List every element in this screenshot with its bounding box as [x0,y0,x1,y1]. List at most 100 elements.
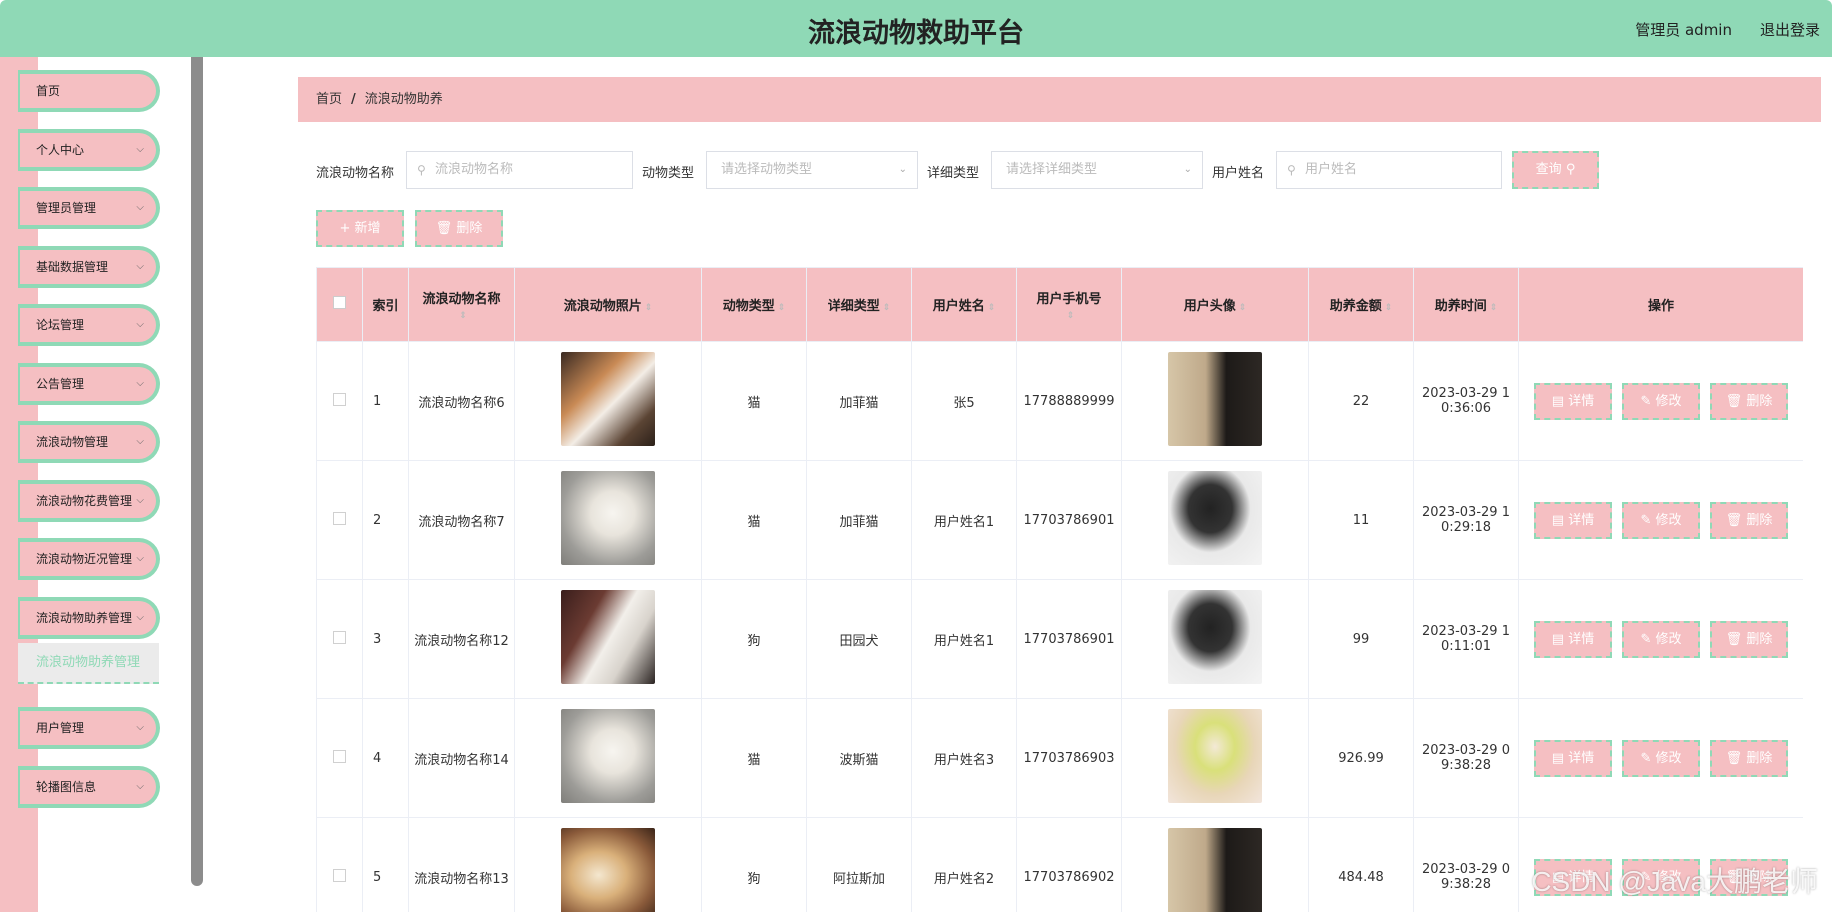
column-header[interactable]: 用户姓名 ⇕ [911,267,1017,342]
sidebar-menu: 首页个人中心 ⌵ 管理员管理 ⌵ 基础数据管理 ⌵ 论坛管理 ⌵ 公告管理 ⌵ 流浪动物管理 ⌵ 流浪动… [18,70,160,824]
avatar-cell [1121,817,1309,912]
index-cell: 5 [362,817,409,912]
sidebar-item[interactable]: 个人中心 ⌵ [18,128,160,171]
sort-icon[interactable]: ⇕ [883,303,891,313]
column-header: 操作 [1518,267,1803,342]
chevron-down-icon: ⌵ [136,377,144,389]
sidebar-item[interactable]: 基础数据管理 ⌵ [18,245,160,288]
sidebar-item[interactable]: 首页 [18,70,160,112]
column-header[interactable]: 详细类型 ⇕ [806,267,912,342]
column-header[interactable]: 流浪动物照片 ⇕ [514,267,702,342]
add-button[interactable]: + 新增 [316,210,404,247]
name-search-input[interactable]: ⚲ 流浪动物名称 [406,151,633,189]
sidebar-item[interactable]: 流浪动物花费管理 ⌵ [18,479,160,522]
sort-icon[interactable]: ⇕ [1239,303,1247,313]
column-header[interactable]: 用户手机号 ⇕ [1016,267,1122,342]
animal-type-select[interactable]: 请选择动物类型 ⌄ [706,151,918,189]
sort-icon[interactable]: ⇕ [459,311,467,321]
sidebar-item-label: 公告管理 [36,376,85,391]
detail-button[interactable]: ▤ 详情 [1534,739,1612,777]
amount-cell: 22 [1308,341,1414,461]
delete-button[interactable]: 🗑 删除 [1710,382,1788,420]
select-all-checkbox[interactable] [333,296,346,309]
sidebar-item[interactable]: 流浪动物助养管理 ⌵ [18,596,160,639]
sidebar-item[interactable]: 轮播图信息 ⌵ [18,765,160,808]
query-button[interactable]: 查询 ⚲ [1512,151,1599,189]
document-icon: ▤ [1551,393,1565,409]
sidebar-item[interactable]: 管理员管理 ⌵ [18,187,160,229]
chevron-down-icon: ⌵ [136,202,144,213]
sidebar-subitem-active[interactable]: 流浪动物助养管理 [18,643,159,684]
row-select-cell [316,817,363,912]
sort-icon[interactable]: ⇕ [1067,311,1075,321]
table-row: 3 流浪动物名称12 狗田园犬 用户姓名1 17703786901 99 2023-03-2… [316,579,1803,699]
column-header: 索引 [362,267,409,342]
search-icon: ⚲ [1565,162,1576,177]
sidebar-item-label: 流浪动物助养管理 [36,610,133,625]
animal-photo[interactable] [561,709,655,803]
sidebar-item[interactable]: 流浪动物近况管理 ⌵ [18,538,160,580]
logout-link[interactable]: 退出登录 [1760,19,1820,40]
edit-button[interactable]: ✎ 修改 [1622,620,1700,658]
animal-photo-cell [514,817,702,912]
user-avatar[interactable] [1168,471,1262,565]
avatar-cell [1121,579,1309,699]
sort-icon[interactable]: ⇕ [1385,303,1393,313]
row-select-cell [316,698,363,818]
animal-name-cell: 流浪动物名称14 [408,698,515,818]
animal-photo[interactable] [561,590,655,684]
trash-icon: 🗑 [1725,750,1743,766]
row-checkbox[interactable] [333,868,346,882]
detail-type-select[interactable]: 请选择详细类型 ⌄ [991,151,1203,189]
operations-cell: ▤ 详情 ✎ 修改 🗑 删除 [1518,341,1803,461]
sort-icon[interactable]: ⇕ [988,303,996,313]
row-checkbox[interactable] [333,630,346,644]
sort-icon[interactable]: ⇕ [778,303,786,313]
user-avatar[interactable] [1168,709,1262,803]
detail-button[interactable]: ▤ 详情 [1534,501,1612,539]
amount-cell: 484.48 [1308,817,1414,912]
row-checkbox[interactable] [333,392,346,406]
edit-button[interactable]: ✎ 修改 [1622,501,1700,539]
delete-button[interactable]: 🗑 删除 [1710,739,1788,777]
batch-delete-button[interactable]: 🗑 删除 [415,210,503,247]
user-avatar[interactable] [1168,828,1262,912]
column-header[interactable]: 流浪动物名称 ⇕ [408,267,515,342]
sidebar-scrollbar[interactable] [191,57,203,886]
column-header[interactable]: 动物类型 ⇕ [701,267,807,342]
delete-button[interactable]: 🗑 删除 [1710,620,1788,658]
edit-button[interactable]: ✎ 修改 [1622,382,1700,420]
row-checkbox[interactable] [333,511,346,525]
sort-icon[interactable]: ⇕ [1490,303,1498,313]
user-avatar[interactable] [1168,352,1262,446]
operations-cell: ▤ 详情 ✎ 修改 🗑 删除 [1518,579,1803,699]
trash-icon: 🗑 [1725,631,1743,647]
animal-photo-cell [514,698,702,818]
breadcrumb-separator: / [351,92,356,107]
column-header[interactable]: 助养时间 ⇕ [1413,267,1519,342]
index-cell: 1 [362,341,409,461]
avatar-cell [1121,460,1309,580]
chevron-down-icon: ⌵ [136,722,144,733]
row-checkbox[interactable] [333,749,346,763]
sidebar-item[interactable]: 论坛管理 ⌵ [18,304,160,346]
detail-button[interactable]: ▤ 详情 [1534,382,1612,420]
animal-photo[interactable] [561,471,655,565]
sidebar-item[interactable]: 用户管理 ⌵ [18,707,160,749]
top-header: 流浪动物救助平台 管理员 admin 退出登录 [0,0,1832,57]
column-header[interactable]: 用户头像 ⇕ [1121,267,1309,342]
sidebar-item[interactable]: 公告管理 ⌵ [18,362,160,405]
animal-photo[interactable] [561,352,655,446]
delete-button[interactable]: 🗑 删除 [1710,501,1788,539]
chevron-down-icon: ⌵ [136,319,144,330]
edit-button[interactable]: ✎ 修改 [1622,739,1700,777]
sort-icon[interactable]: ⇕ [645,303,653,313]
column-header[interactable]: 助养金额 ⇕ [1308,267,1414,342]
user-avatar[interactable] [1168,590,1262,684]
table-row: 2 流浪动物名称7 猫加菲猫 用户姓名1 17703786901 11 2023-03-29… [316,460,1803,580]
user-name-search-input[interactable]: ⚲ 用户姓名 [1276,151,1502,189]
detail-button[interactable]: ▤ 详情 [1534,620,1612,658]
breadcrumb-home[interactable]: 首页 [316,92,342,107]
sidebar-item[interactable]: 流浪动物管理 ⌵ [18,421,160,463]
animal-photo[interactable] [561,828,655,912]
